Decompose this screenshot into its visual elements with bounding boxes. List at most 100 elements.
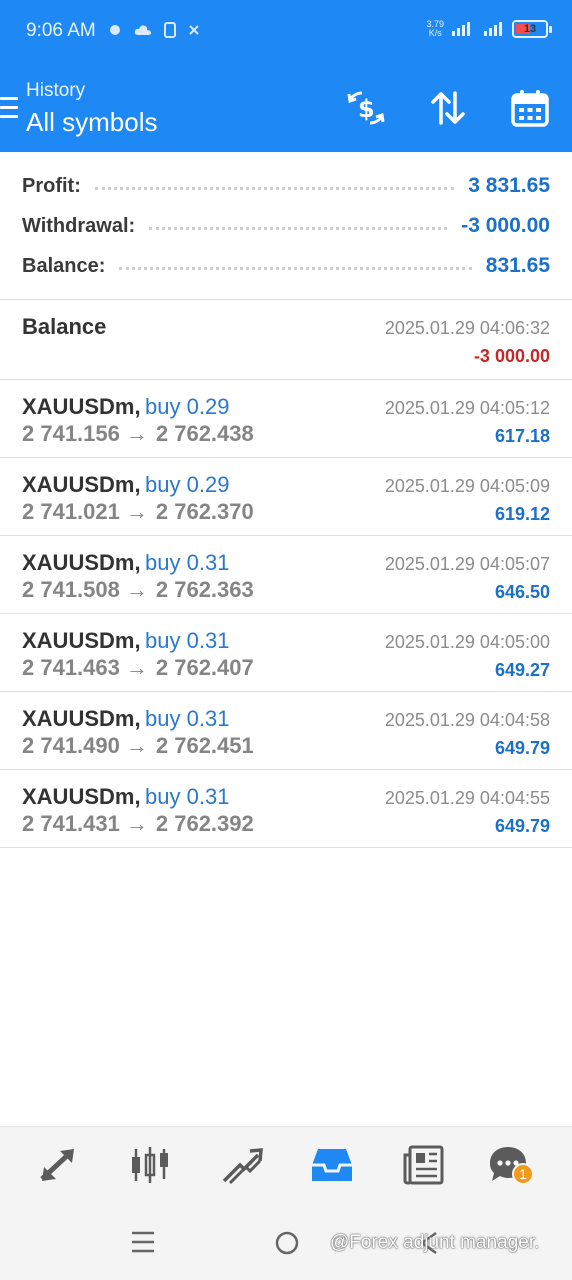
deal-row[interactable]: XAUUSDm, buy 0.31 2 741.431 → 2 762.392 20… (0, 770, 572, 848)
balance-value: 831.65 (485, 254, 550, 277)
news-icon (403, 1145, 444, 1185)
calendar-button[interactable] (508, 86, 552, 130)
operation-time: 2025.01.29 04:06:32 (384, 318, 550, 338)
summary-row-balance: Balance: 831.65 (22, 251, 550, 281)
app-header: 9:06 AM 3.79 K/s 13 History All symbols … (0, 0, 572, 152)
open-price: 2 741.156 (22, 421, 120, 446)
deal-row[interactable]: XAUUSDm, buy 0.31 2 741.490 → 2 762.451 20… (0, 692, 572, 770)
balance-operation-row[interactable]: Balance 2025.01.29 04:06:32 -3 000.00 (0, 300, 572, 380)
price-arrow-icon: → (125, 421, 148, 446)
deal-row[interactable]: XAUUSDm, buy 0.31 2 741.463 → 2 762.407 20… (0, 614, 572, 692)
recent-apps-icon[interactable] (130, 1230, 156, 1254)
network-speed: 3.79 K/s (426, 19, 444, 38)
nav-chat[interactable]: 1 (486, 1143, 534, 1187)
chat-badge: 1 (512, 1163, 534, 1185)
deal-profit: 646.50 (494, 582, 550, 602)
nav-history[interactable] (308, 1143, 356, 1187)
dotted-leader (94, 186, 455, 190)
deal-row[interactable]: XAUUSDm, buy 0.29 2 741.156 → 2 762.438 20… (0, 380, 572, 458)
system-navigation-bar: @Forex adjunt manager. (0, 1204, 572, 1280)
svg-text:$: $ (358, 95, 375, 123)
status-time: 9:06 AM (26, 20, 96, 41)
deal-profit: 649.79 (494, 738, 550, 758)
deal-time: 2025.01.29 04:05:12 (384, 398, 550, 418)
deal-side: buy 0.31 (145, 706, 230, 731)
deposit-withdrawal-filter-button[interactable]: $ (344, 86, 388, 130)
deal-time: 2025.01.29 04:05:09 (384, 476, 550, 496)
mute-icon (189, 25, 199, 35)
deal-row[interactable]: XAUUSDm, buy 0.29 2 741.021 → 2 762.370 20… (0, 458, 572, 536)
close-price: 2 762.438 (155, 421, 254, 446)
deal-side: buy 0.29 (145, 394, 230, 419)
deal-symbol: XAUUSDm, (22, 394, 141, 419)
deal-symbol: XAUUSDm, (22, 550, 141, 575)
close-price: 2 762.363 (155, 577, 254, 602)
battery-icon: 13 (512, 20, 552, 38)
dotted-leader (119, 266, 472, 270)
price-arrow-icon: → (125, 499, 148, 524)
price-arrow-icon: → (125, 655, 148, 680)
open-price: 2 741.490 (22, 733, 120, 758)
close-price: 2 762.392 (155, 811, 254, 836)
deal-time: 2025.01.29 04:05:07 (384, 554, 550, 574)
nav-trade[interactable] (218, 1143, 266, 1187)
price-arrow-icon: → (125, 733, 148, 758)
operation-amount: -3 000.00 (473, 346, 550, 366)
close-price: 2 762.451 (155, 733, 254, 758)
deal-time: 2025.01.29 04:05:00 (384, 632, 550, 652)
cloud-icon (134, 25, 151, 35)
sort-arrows-icon (431, 91, 465, 125)
deal-profit: 649.27 (494, 660, 550, 680)
deal-time: 2025.01.29 04:04:55 (384, 788, 550, 808)
nav-news[interactable] (400, 1143, 448, 1187)
bottom-navigation: 1 (0, 1126, 572, 1204)
deal-profit: 649.79 (494, 816, 550, 836)
withdrawal-value: -3 000.00 (461, 214, 550, 237)
deal-side: buy 0.29 (145, 472, 230, 497)
app-notification-icon (110, 25, 120, 35)
nav-chart[interactable] (126, 1143, 174, 1187)
close-price: 2 762.407 (155, 655, 254, 680)
summary-row-profit: Profit: 3 831.65 (22, 171, 550, 201)
page-title[interactable]: All symbols (26, 107, 157, 138)
deal-profit: 617.18 (494, 426, 550, 446)
battery-percent: 13 (523, 23, 537, 35)
nav-quotes[interactable] (34, 1143, 82, 1187)
status-system-icons: 3.79 K/s 13 (426, 19, 552, 38)
status-bar: 9:06 AM 3.79 K/s 13 (0, 0, 572, 62)
operation-label: Balance (22, 314, 107, 339)
status-notification-icons (108, 22, 200, 38)
chart-icon (132, 1147, 168, 1183)
menu-icon[interactable] (0, 97, 18, 124)
deal-row[interactable]: XAUUSDm, buy 0.31 2 741.508 → 2 762.363 20… (0, 536, 572, 614)
dotted-leader (149, 226, 448, 230)
open-price: 2 741.508 (22, 577, 120, 602)
open-price: 2 741.431 (22, 811, 120, 836)
deal-symbol: XAUUSDm, (22, 472, 141, 497)
deal-profit: 619.12 (494, 504, 550, 524)
header-subtitle: History (26, 80, 86, 101)
deal-symbol: XAUUSDm, (22, 706, 141, 731)
trade-icon (222, 1148, 263, 1185)
deal-symbol: XAUUSDm, (22, 784, 141, 809)
withdrawal-label: Withdrawal: (22, 214, 136, 237)
watermark-text: @Forex adjunt manager. (330, 1232, 540, 1253)
signal-icon (452, 22, 470, 36)
sort-button[interactable] (426, 86, 470, 130)
open-price: 2 741.463 (22, 655, 120, 680)
deal-symbol: XAUUSDm, (22, 628, 141, 653)
home-icon[interactable] (274, 1230, 300, 1256)
summary-row-withdrawal: Withdrawal: -3 000.00 (22, 211, 550, 241)
balance-label: Balance: (22, 254, 106, 277)
deal-side: buy 0.31 (145, 628, 230, 653)
deal-side: buy 0.31 (145, 550, 230, 575)
calendar-icon (511, 90, 549, 127)
profit-label: Profit: (22, 174, 81, 197)
dollar-swap-icon: $ (347, 91, 385, 125)
phone-icon (164, 22, 176, 38)
quotes-icon (40, 1149, 74, 1181)
open-price: 2 741.021 (22, 499, 120, 524)
close-price: 2 762.370 (155, 499, 254, 524)
signal-icon-2 (484, 22, 502, 36)
history-summary: Profit: 3 831.65 Withdrawal: -3 000.00 B… (0, 152, 572, 300)
